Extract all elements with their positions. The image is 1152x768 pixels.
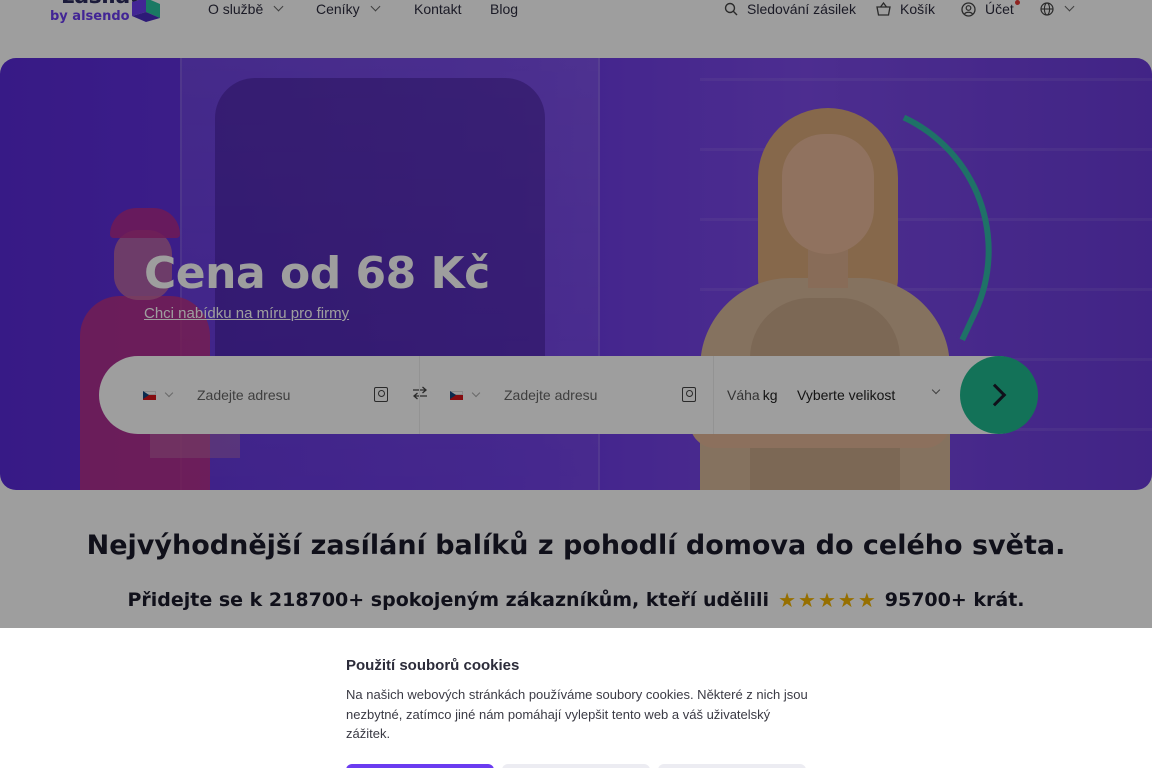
cookie-settings-button[interactable]: [658, 764, 806, 768]
site-header: zasilat by alsendo O službě Ceníky Konta…: [0, 0, 1152, 40]
business-offer-link[interactable]: Chci nabídku na míru pro firmy: [144, 305, 349, 322]
cart-label: Košík: [900, 1, 936, 17]
tracking-link[interactable]: Sledování zásilek: [724, 0, 856, 18]
size-select-value: Vyberte velikost: [797, 387, 896, 403]
star-icon: ★: [798, 588, 816, 612]
main-headline: Nejvýhodnější zasílání balíků z pohodlí …: [86, 530, 1066, 561]
czech-flag-icon: [450, 390, 463, 400]
account-link[interactable]: Účet: [961, 0, 1020, 18]
nav-ceniky[interactable]: Ceníky: [316, 0, 381, 18]
search-icon: [724, 2, 738, 16]
to-country-select[interactable]: [450, 356, 481, 434]
cookie-banner: Použití souborů cookies Na našich webový…: [0, 628, 1152, 768]
logo[interactable]: zasilat by alsendo: [48, 0, 168, 30]
chevron-right-icon: [983, 383, 1007, 407]
from-address-input[interactable]: Zadejte adresu: [197, 356, 290, 434]
address-book-icon[interactable]: [682, 387, 696, 402]
language-switcher[interactable]: [1040, 0, 1075, 18]
star-icon: ★: [778, 588, 796, 612]
size-select[interactable]: Vyberte velikost: [797, 356, 943, 434]
globe-icon: [1040, 2, 1054, 16]
rating-stars: ★ ★ ★ ★ ★: [777, 588, 877, 612]
logo-word: zasilat: [62, 0, 140, 9]
nav-ceniky-label: Ceníky: [316, 1, 360, 17]
hero-background-van-interior: [215, 78, 545, 378]
star-icon: ★: [857, 588, 876, 612]
star-icon: ★: [837, 588, 856, 612]
chevron-down-icon: [471, 388, 481, 398]
weight-label: Váha: [727, 387, 760, 403]
chevron-down-icon: [931, 385, 941, 395]
rating-text-before: Přidejte se k 218700+ spokojeným zákazní…: [127, 589, 770, 611]
chevron-down-icon: [164, 388, 174, 398]
divider: [419, 356, 420, 434]
nav-o-sluzbe[interactable]: O službě: [208, 0, 284, 18]
nav-kontakt[interactable]: Kontakt: [414, 0, 461, 18]
nav-o-sluzbe-label: O službě: [208, 1, 264, 17]
user-icon: [961, 1, 976, 17]
to-address-placeholder: Zadejte adresu: [504, 387, 598, 403]
divider: [713, 356, 714, 434]
cookie-accept-button[interactable]: [346, 764, 494, 768]
hero-title: Cena od 68 Kč: [144, 248, 490, 299]
weight-unit: kg: [762, 387, 778, 403]
basket-icon: [876, 2, 891, 16]
to-address-input[interactable]: Zadejte adresu: [504, 356, 597, 434]
logo-sub: by alsendo: [50, 9, 130, 24]
address-book-icon[interactable]: [374, 387, 388, 402]
cookie-secondary-button[interactable]: [502, 764, 650, 768]
cart-link[interactable]: Košík: [876, 0, 935, 18]
chevron-down-icon: [370, 1, 381, 12]
search-submit-button[interactable]: [960, 356, 1038, 434]
czech-flag-icon: [143, 390, 156, 400]
account-label: Účet: [985, 1, 1014, 17]
notification-dot: [1014, 0, 1020, 5]
rating-text-after: 95700+ krát.: [884, 589, 1025, 611]
from-address-placeholder: Zadejte adresu: [197, 387, 291, 403]
nav-blog-label: Blog: [490, 1, 519, 17]
from-country-select[interactable]: [143, 356, 174, 434]
weight-field[interactable]: Váha kg: [727, 356, 778, 434]
cookie-title: Použití souborů cookies: [346, 657, 520, 674]
customer-rating-line: Přidejte se k 218700+ spokojeným zákazní…: [0, 588, 1152, 612]
chevron-down-icon: [273, 1, 284, 12]
chevron-down-icon: [1064, 1, 1075, 12]
nav-kontakt-label: Kontakt: [414, 1, 462, 17]
logo-mark-icon: [132, 0, 160, 22]
nav-blog[interactable]: Blog: [490, 0, 518, 18]
tracking-label: Sledování zásilek: [747, 1, 856, 17]
swap-icon[interactable]: [412, 386, 428, 400]
cookie-text: Na našich webových stránkách používáme s…: [346, 687, 808, 741]
shipment-search-form: Zadejte adresu Zadejte adresu Váha kg Vy…: [99, 356, 1037, 434]
star-icon: ★: [817, 588, 836, 612]
